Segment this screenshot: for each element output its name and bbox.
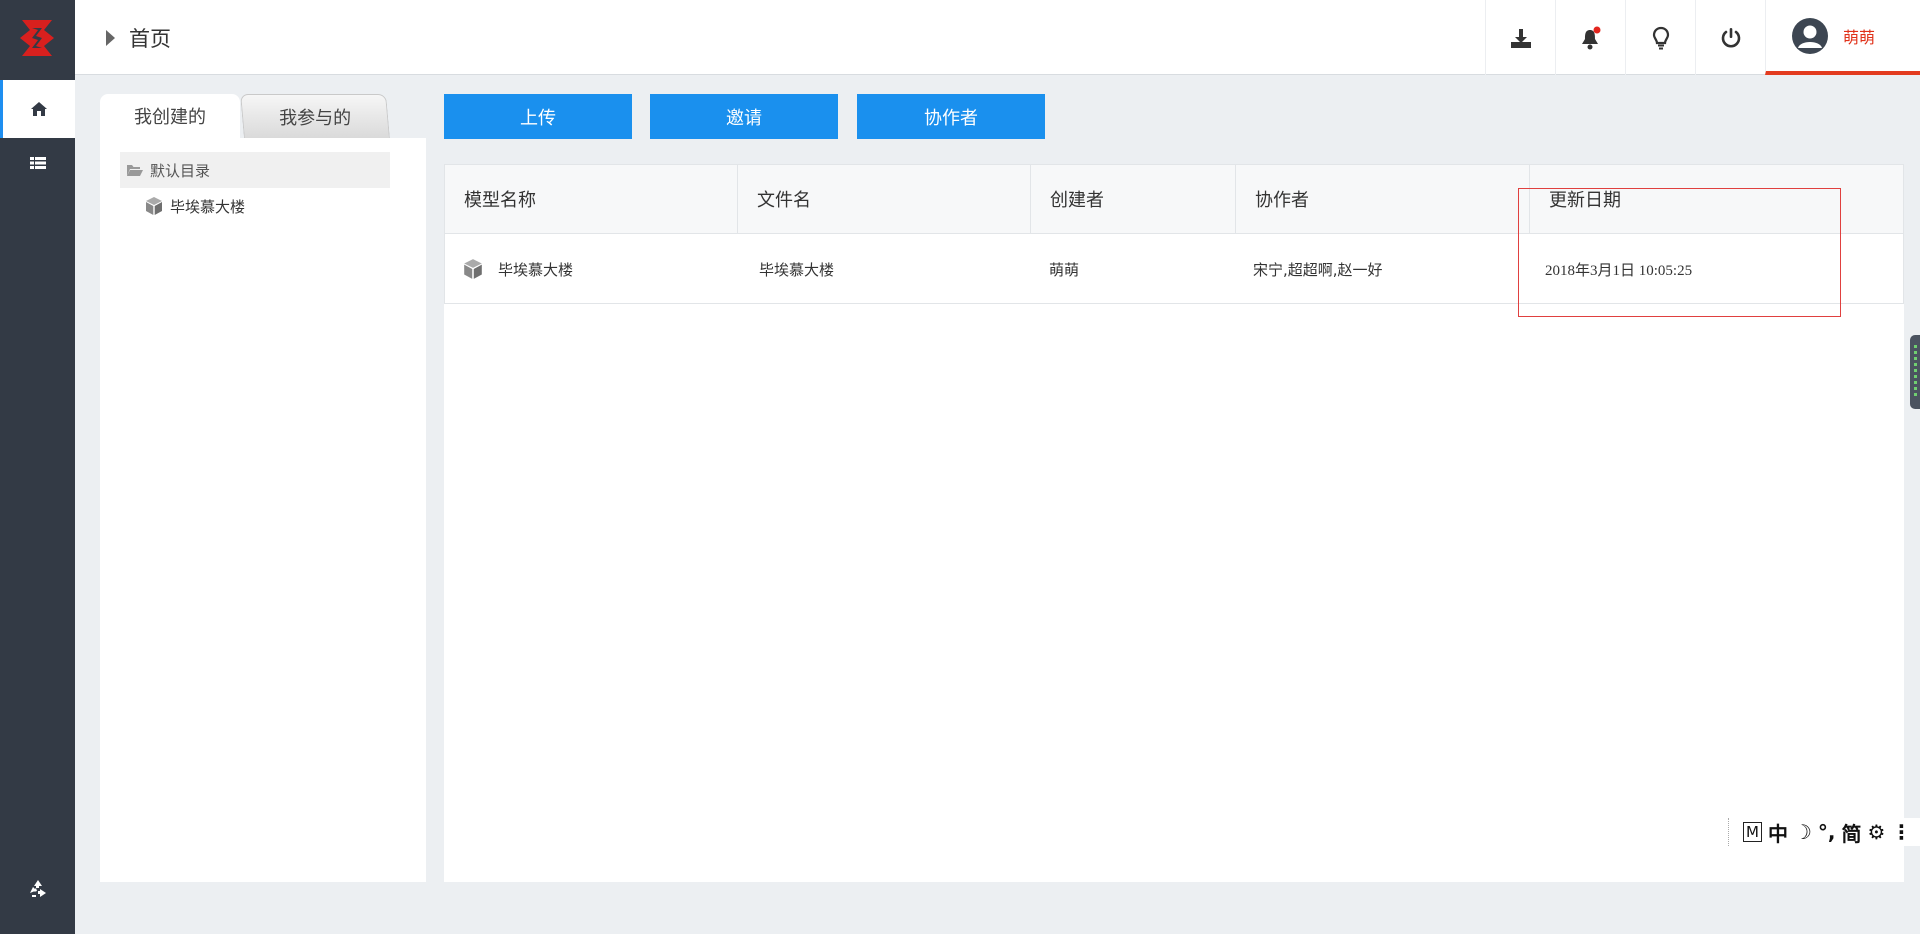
home-icon xyxy=(31,102,47,116)
model-table: 模型名称 文件名 创建者 协作者 更新日期 毕埃慕大楼 毕埃慕大楼 萌萌 宋宁,… xyxy=(444,164,1904,882)
col-model-name[interactable]: 模型名称 xyxy=(445,165,738,233)
col-updated[interactable]: 更新日期 xyxy=(1530,165,1903,233)
ime-more-icon[interactable]: ⋮ xyxy=(1891,820,1911,844)
col-creator[interactable]: 创建者 xyxy=(1031,165,1236,233)
table-row[interactable]: 毕埃慕大楼 毕埃慕大楼 萌萌 宋宁,超超啊,赵一好 2018年3月1日 10:0… xyxy=(444,234,1904,304)
sidebar-item-home[interactable] xyxy=(0,80,75,138)
notification-dot xyxy=(1593,26,1600,33)
breadcrumb: 首页 xyxy=(105,0,171,75)
directory-tree: 默认目录 毕埃慕大楼 xyxy=(100,138,426,882)
cell-file-name: 毕埃慕大楼 xyxy=(759,260,835,279)
tab-participated[interactable]: 我参与的 xyxy=(240,94,390,138)
col-file-name[interactable]: 文件名 xyxy=(738,165,1031,233)
tab-bar: 我创建的 我参与的 xyxy=(100,94,426,138)
ime-toolbar: M 中 ☽ °, 简 ⚙ ⋮ xyxy=(1728,818,1920,846)
sidebar xyxy=(0,0,75,934)
ime-settings-icon[interactable]: ⚙ xyxy=(1868,820,1886,844)
notifications-button[interactable] xyxy=(1555,0,1625,75)
sidebar-item-list[interactable] xyxy=(0,134,75,192)
recycle-icon xyxy=(29,880,46,897)
model-name-text: 毕埃慕大楼 xyxy=(498,260,574,279)
cell-model-name: 毕埃慕大楼 xyxy=(462,234,573,304)
tips-button[interactable] xyxy=(1625,0,1695,75)
col-collaborators[interactable]: 协作者 xyxy=(1236,165,1530,233)
download-icon xyxy=(1510,28,1531,48)
user-menu[interactable]: 萌萌 xyxy=(1765,0,1920,75)
tree-folder-label: 默认目录 xyxy=(150,161,211,180)
tree-item-model[interactable]: 毕埃慕大楼 xyxy=(144,190,245,222)
cube-icon xyxy=(464,259,482,279)
ime-language-toggle[interactable]: 中 xyxy=(1768,818,1788,847)
cube-icon xyxy=(146,197,162,215)
table-header: 模型名称 文件名 创建者 协作者 更新日期 xyxy=(444,164,1904,234)
power-icon xyxy=(1721,27,1740,47)
download-button[interactable] xyxy=(1485,0,1555,75)
tree-item-label: 毕埃慕大楼 xyxy=(170,197,246,216)
ime-simplified-toggle[interactable]: 简 xyxy=(1842,818,1862,847)
sidebar-item-recycle[interactable] xyxy=(0,860,75,918)
logout-button[interactable] xyxy=(1695,0,1765,75)
tab-created-by-me[interactable]: 我创建的 xyxy=(100,94,240,138)
list-icon xyxy=(29,157,46,169)
caret-right-icon xyxy=(106,29,115,46)
avatar-icon xyxy=(1792,17,1828,54)
app-logo[interactable] xyxy=(0,0,75,75)
invite-button[interactable]: 邀请 xyxy=(650,94,838,139)
side-drawer-handle[interactable] xyxy=(1910,335,1920,409)
tab-label: 我创建的 xyxy=(134,107,206,128)
collaborators-button[interactable]: 协作者 xyxy=(857,94,1045,139)
bell-icon xyxy=(1581,26,1600,49)
user-name: 萌萌 xyxy=(1843,27,1876,47)
handle-grip xyxy=(1914,345,1917,399)
folder-open-icon xyxy=(127,165,143,176)
logo-icon xyxy=(19,19,54,56)
cell-updated: 2018年3月1日 10:05:25 xyxy=(1545,262,1693,279)
cell-creator: 萌萌 xyxy=(1049,260,1080,279)
cell-collaborators: 宋宁,超超啊,赵一好 xyxy=(1253,260,1383,279)
breadcrumb-label[interactable]: 首页 xyxy=(129,23,171,53)
upload-button[interactable]: 上传 xyxy=(444,94,632,139)
tab-label: 我参与的 xyxy=(279,107,352,129)
lightbulb-icon xyxy=(1652,26,1669,49)
ime-moon-icon[interactable]: ☽ xyxy=(1794,820,1812,844)
left-panel: 我创建的 我参与的 默认目录 毕埃慕大楼 xyxy=(100,94,426,882)
ime-mode-icon[interactable]: M xyxy=(1743,822,1762,842)
ime-punctuation-toggle[interactable]: °, xyxy=(1818,820,1836,844)
top-header: 首页 萌萌 xyxy=(75,0,1920,75)
tree-folder-default[interactable]: 默认目录 xyxy=(120,152,390,188)
